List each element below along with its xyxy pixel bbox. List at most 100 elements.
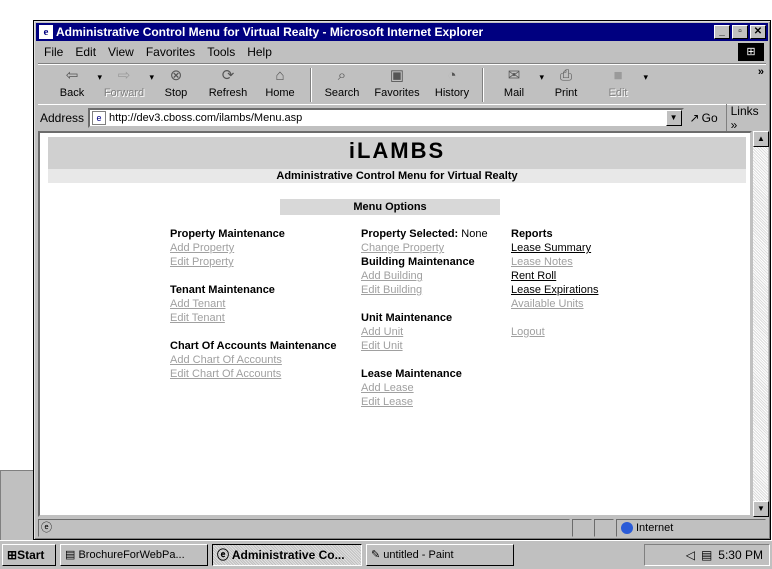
edit-property-link[interactable]: Edit Property — [170, 255, 350, 269]
home-button[interactable]: ⌂ Home — [254, 66, 306, 104]
background-window-fragment — [0, 470, 34, 542]
forward-button[interactable]: ⇨ Forward — [98, 66, 154, 104]
search-icon: ⌕ — [337, 67, 347, 84]
home-icon: ⌂ — [275, 67, 285, 84]
favorites-icon: ▣ — [389, 67, 405, 84]
add-lease-link[interactable]: Add Lease — [361, 381, 511, 395]
print-button[interactable]: ⎙ Print — [540, 66, 592, 104]
history-icon: ◔ — [447, 67, 457, 84]
menu-help[interactable]: Help — [241, 45, 278, 59]
menu-favorites[interactable]: Favorites — [140, 45, 201, 59]
windows-flag-icon: ⊞ — [7, 548, 18, 562]
edit-button[interactable]: ■ Edit — [592, 66, 648, 104]
browser-window: e Administrative Control Menu for Virtua… — [33, 20, 771, 540]
menu-edit[interactable]: Edit — [69, 45, 102, 59]
column-maintenance: Property Maintenance Add Property Edit P… — [170, 227, 350, 381]
globe-icon — [621, 522, 633, 535]
links-button[interactable]: Links » — [725, 104, 766, 132]
edit-chart-of-accounts-link[interactable]: Edit Chart Of Accounts — [170, 367, 350, 381]
ie-logo-icon: e — [39, 25, 53, 39]
menu-bar: File Edit View Favorites Tools Help — [38, 43, 766, 61]
menu-file[interactable]: File — [38, 45, 69, 59]
page-header: iLAMBS — [48, 137, 746, 169]
document-icon: ▤ — [65, 549, 79, 561]
add-building-link[interactable]: Add Building — [361, 269, 511, 283]
taskbar: ⊞Start ▤ BrochureForWebPa... ⓔ Administr… — [0, 540, 772, 569]
property-selected-row: Property Selected: None — [361, 227, 511, 241]
column-reports: Reports Lease Summary Lease Notes Rent R… — [511, 227, 631, 339]
scroll-down-icon[interactable]: ▼ — [753, 501, 769, 517]
maximize-button[interactable]: ▫ — [732, 25, 748, 39]
refresh-icon: ⟳ — [221, 67, 235, 84]
taskbar-item-paint[interactable]: ✎ untitled - Paint — [366, 544, 514, 566]
speaker-icon[interactable]: ◁ — [686, 545, 695, 565]
page-content: iLAMBS Administrative Control Menu for V… — [38, 131, 752, 517]
add-property-link[interactable]: Add Property — [170, 241, 350, 255]
add-unit-link[interactable]: Add Unit — [361, 325, 511, 339]
security-zone: Internet — [616, 519, 766, 537]
forward-arrow-icon: ⇨ — [117, 67, 131, 84]
mail-button[interactable]: ✉ Mail — [488, 66, 544, 104]
page-subtitle: Administrative Control Menu for Virtual … — [276, 170, 518, 182]
paint-icon: ✎ — [371, 549, 384, 561]
logout-link[interactable]: Logout — [511, 325, 631, 339]
rent-roll-link[interactable]: Rent Roll — [511, 269, 631, 283]
vertical-scrollbar[interactable]: ▲ ▼ — [752, 131, 769, 517]
window-title: Administrative Control Menu for Virtual … — [56, 25, 484, 39]
status-bar: ⓔ Internet — [38, 519, 766, 537]
print-icon: ⎙ — [559, 67, 572, 84]
available-units-link[interactable]: Available Units — [511, 297, 631, 311]
window-titlebar[interactable]: e Administrative Control Menu for Virtua… — [36, 23, 768, 41]
address-url: http://dev3.cboss.com/ilambs/Menu.asp — [109, 112, 303, 124]
section-heading: Lease Maintenance — [361, 368, 462, 380]
address-dropdown-icon[interactable]: ▼ — [665, 110, 682, 126]
toolbar-separator — [310, 68, 312, 102]
refresh-button[interactable]: ⟳ Refresh — [202, 66, 254, 104]
add-chart-of-accounts-link[interactable]: Add Chart Of Accounts — [170, 353, 350, 367]
edit-lease-link[interactable]: Edit Lease — [361, 395, 511, 409]
toolbar-more-chevron-icon[interactable]: » — [758, 66, 764, 78]
favorites-button[interactable]: ▣ Favorites — [368, 66, 426, 104]
edit-icon: ■ — [613, 67, 623, 84]
column-property: Property Selected: None Change Property … — [361, 227, 511, 409]
close-button[interactable]: ✕ — [750, 25, 766, 39]
mail-icon: ✉ — [507, 67, 521, 84]
minimize-button[interactable]: _ — [714, 25, 730, 39]
windows-logo-icon: ⊞ — [738, 43, 764, 61]
menu-tools[interactable]: Tools — [201, 45, 241, 59]
menu-view[interactable]: View — [102, 45, 140, 59]
address-input[interactable]: e http://dev3.cboss.com/ilambs/Menu.asp … — [88, 108, 684, 128]
lease-notes-link[interactable]: Lease Notes — [511, 255, 631, 269]
page-status-icon: ⓔ — [41, 522, 52, 534]
address-bar: Address e http://dev3.cboss.com/ilambs/M… — [38, 104, 766, 132]
go-button[interactable]: ↗ Go — [690, 111, 718, 125]
taskbar-item-administrative[interactable]: ⓔ Administrative Co... — [212, 544, 362, 566]
status-panel — [594, 519, 614, 537]
taskbar-item-brochure[interactable]: ▤ BrochureForWebPa... — [60, 544, 208, 566]
stop-icon: ⊗ — [169, 67, 183, 84]
edit-tenant-link[interactable]: Edit Tenant — [170, 311, 350, 325]
go-arrow-icon: ↗ — [689, 111, 700, 125]
change-property-link[interactable]: Change Property — [361, 241, 511, 255]
edit-building-link[interactable]: Edit Building — [361, 283, 511, 297]
edit-unit-link[interactable]: Edit Unit — [361, 339, 511, 353]
back-button[interactable]: ⇦ Back — [46, 66, 102, 104]
status-text: ⓔ — [38, 519, 570, 537]
section-heading: Reports — [511, 228, 553, 240]
stop-button[interactable]: ⊗ Stop — [150, 66, 202, 104]
lease-summary-link[interactable]: Lease Summary — [511, 241, 631, 255]
history-button[interactable]: ◔ History — [426, 66, 478, 104]
start-button[interactable]: ⊞Start — [2, 544, 56, 566]
section-heading: Unit Maintenance — [361, 312, 453, 324]
add-tenant-link[interactable]: Add Tenant — [170, 297, 350, 311]
clock[interactable]: 5:30 PM — [718, 545, 763, 565]
status-panel — [572, 519, 592, 537]
address-label: Address — [40, 111, 85, 125]
section-heading: Building Maintenance — [361, 256, 475, 268]
back-arrow-icon: ⇦ — [65, 67, 79, 84]
search-button[interactable]: ⌕ Search — [316, 66, 368, 104]
section-heading: Tenant Maintenance — [170, 284, 275, 296]
lease-expirations-link[interactable]: Lease Expirations — [511, 283, 631, 297]
network-icon[interactable]: ▤ — [701, 545, 712, 565]
scroll-up-icon[interactable]: ▲ — [753, 131, 769, 147]
